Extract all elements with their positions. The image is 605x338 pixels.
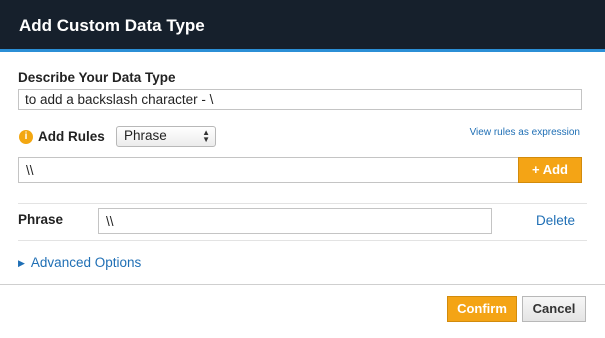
rule-input[interactable] [18,157,518,183]
advanced-options-toggle[interactable]: ▶ Advanced Options [18,255,141,270]
select-arrows-icon: ▲ ▼ [202,128,210,144]
rule-type-selected: Phrase [124,128,167,143]
add-rule-button[interactable]: + Add [518,157,582,183]
describe-label: Describe Your Data Type [18,70,176,85]
add-rules-label: Add Rules [38,129,105,144]
describe-input[interactable] [18,89,582,110]
expand-triangle-icon: ▶ [18,258,25,268]
confirm-button[interactable]: Confirm [447,296,517,322]
advanced-options-label: Advanced Options [30,255,142,270]
dialog-titlebar: Add Custom Data Type [0,0,605,52]
divider [18,240,587,241]
view-rules-link[interactable]: View rules as expression [470,127,580,138]
delete-rule-link[interactable]: Delete [536,213,575,228]
rule-type-select[interactable]: Phrase ▲ ▼ [116,126,216,147]
dialog-title: Add Custom Data Type [19,16,205,35]
phrase-rule-input[interactable] [98,208,492,234]
info-icon: i [19,130,33,144]
footer-divider [0,284,605,285]
cancel-button[interactable]: Cancel [522,296,586,322]
phrase-rule-label: Phrase [18,212,64,227]
divider [18,203,587,204]
